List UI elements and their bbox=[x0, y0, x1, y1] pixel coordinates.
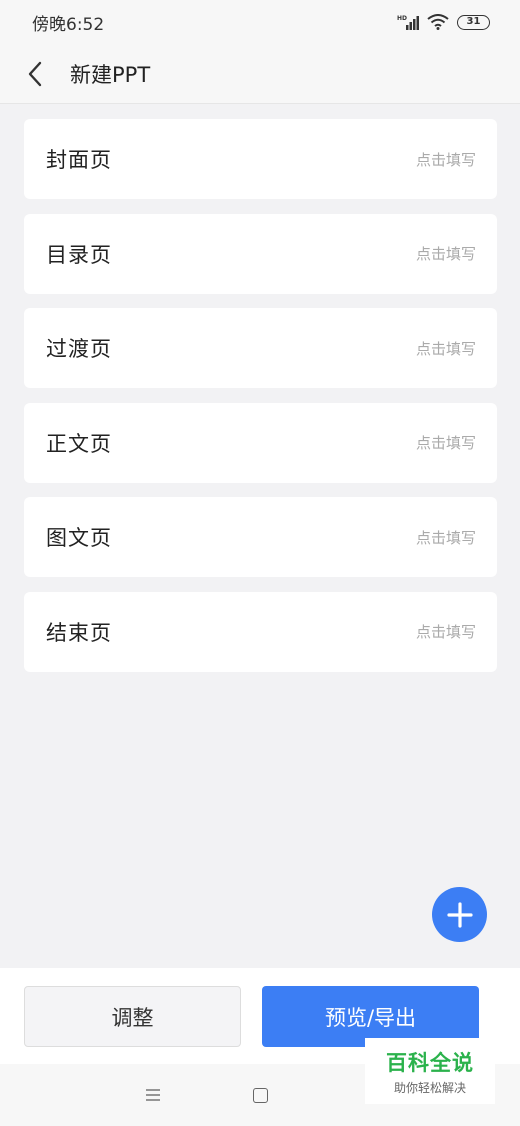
header: 新建PPT bbox=[0, 44, 520, 104]
home-icon[interactable] bbox=[253, 1088, 268, 1103]
status-time: 傍晚6:52 bbox=[32, 14, 105, 35]
card-hint: 点击填写 bbox=[415, 623, 476, 641]
card-title: 过渡页 bbox=[46, 337, 112, 361]
status-icons: HD 31 bbox=[397, 14, 490, 30]
battery-icon: 31 bbox=[457, 14, 490, 30]
wifi-icon bbox=[427, 14, 449, 30]
card-toc-page[interactable]: 目录页 点击填写 bbox=[24, 213, 497, 294]
card-hint: 点击填写 bbox=[415, 528, 476, 547]
card-hint: 点击填写 bbox=[415, 434, 476, 452]
card-title: 目录页 bbox=[46, 242, 112, 267]
signal-icon: HD bbox=[397, 15, 419, 30]
card-cover-page[interactable]: 封面页 点击填写 bbox=[24, 119, 497, 199]
watermark-logo: 百科全说 助你轻松解决 bbox=[365, 1038, 495, 1104]
card-body-page[interactable]: 正文页 点击填写 bbox=[24, 402, 497, 483]
menu-icon[interactable] bbox=[145, 1088, 161, 1102]
card-title: 封面页 bbox=[46, 148, 112, 172]
card-end-page[interactable]: 结束页 点击填写 bbox=[24, 591, 497, 672]
card-title: 图文页 bbox=[46, 526, 112, 550]
watermark-subtitle: 助你轻松解决 bbox=[393, 1080, 466, 1095]
plus-icon bbox=[446, 901, 473, 928]
adjust-button[interactable]: 调整 bbox=[24, 986, 241, 1047]
watermark-title: 百科全说 bbox=[386, 1050, 474, 1075]
card-hint: 点击填写 bbox=[415, 245, 476, 263]
card-title: 结束页 bbox=[46, 620, 112, 645]
svg-text:HD: HD bbox=[397, 15, 407, 22]
card-hint: 点击填写 bbox=[415, 150, 476, 169]
back-button[interactable] bbox=[0, 44, 70, 104]
chevron-left-icon bbox=[28, 61, 42, 86]
page-type-list: 封面页 点击填写 目录页 点击填写 过渡页 点击填写 正文页 点击填写 图文页 … bbox=[24, 119, 497, 686]
card-image-text-page[interactable]: 图文页 点击填写 bbox=[24, 497, 497, 577]
card-hint: 点击填写 bbox=[415, 339, 476, 358]
card-title: 正文页 bbox=[46, 431, 112, 456]
status-bar: 傍晚6:52 HD 31 bbox=[0, 0, 520, 44]
card-transition-page[interactable]: 过渡页 点击填写 bbox=[24, 308, 497, 388]
page-title: 新建PPT bbox=[70, 62, 151, 87]
add-page-button[interactable] bbox=[432, 887, 487, 942]
